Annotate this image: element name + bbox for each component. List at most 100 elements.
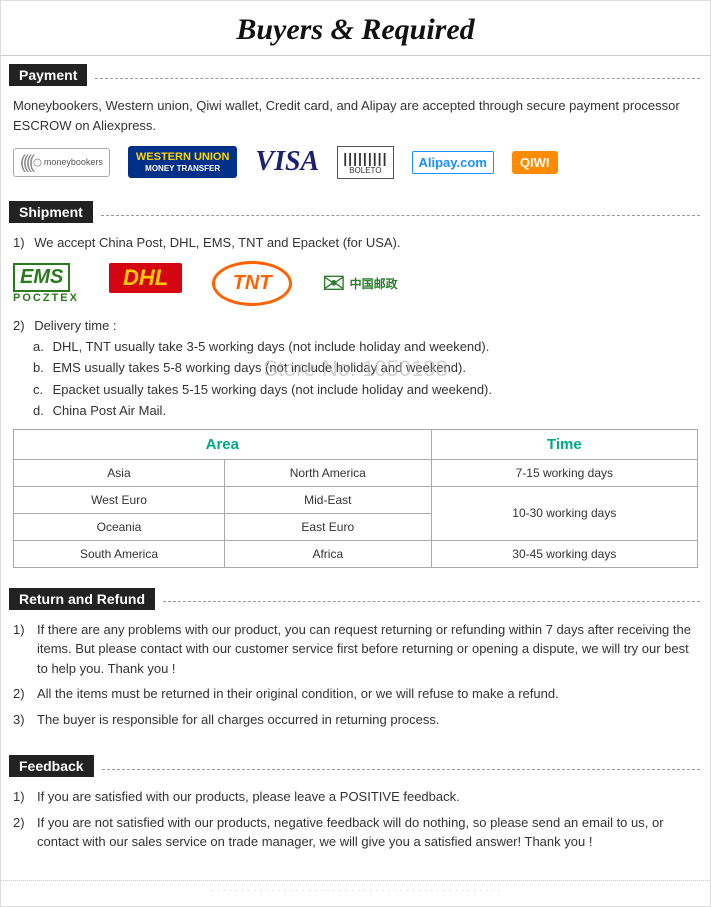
table-cell: Mid-East: [224, 486, 431, 513]
moneybookers-badge: ((((○ moneybookers: [13, 148, 110, 177]
feedback-label: Feedback: [9, 755, 94, 777]
table-cell: East Euro: [224, 513, 431, 540]
delivery-header: 2) Delivery time :: [13, 318, 698, 333]
wu-badge: WESTERN UNION MONEY TRANSFER: [128, 146, 238, 179]
alipay-logo: Alipay.com: [412, 143, 494, 181]
table-cell: North America: [224, 459, 431, 486]
return-section-header: Return and Refund: [1, 580, 710, 616]
delivery-item-a: a. DHL, TNT usually take 3-5 working day…: [33, 337, 698, 357]
delivery-c-text: Epacket usually takes 5-15 working days …: [53, 382, 492, 397]
label-b: b.: [33, 358, 49, 378]
return-label: Return and Refund: [9, 588, 155, 610]
table-cell: 10-30 working days: [431, 486, 697, 540]
ems-top: EMS: [13, 263, 70, 292]
dhl-text: DHL: [109, 263, 182, 293]
tnt-logo: TNT: [212, 261, 292, 306]
boleto-barcode: |||||||||: [343, 150, 387, 166]
table-cell: Africa: [224, 540, 431, 567]
delivery-a-text: DHL, TNT usually take 3-5 working days (…: [53, 339, 490, 354]
feedback-item-1: 1) If you are satisfied with our product…: [13, 787, 698, 807]
moneybookers-text: moneybookers: [44, 157, 103, 167]
return-list: 1) If there are any problems with our pr…: [13, 620, 698, 730]
table-cell: 30-45 working days: [431, 540, 697, 567]
wu-text: WESTERN UNION: [136, 150, 230, 164]
feedback-text-2: If you are not satisfied with our produc…: [37, 813, 698, 852]
feedback-section-header: Feedback: [1, 747, 710, 783]
return-text-1: If there are any problems with our produ…: [37, 620, 698, 679]
return-num-3: 3): [13, 710, 31, 730]
payment-section-header: Payment: [1, 56, 710, 92]
table-cell: 7-15 working days: [431, 459, 697, 486]
table-header-area: Area: [14, 429, 432, 459]
boleto-logo: ||||||||| BOLETO: [337, 143, 393, 181]
wu-subtext: MONEY TRANSFER: [136, 164, 230, 174]
ems-text: EMS: [13, 263, 70, 292]
delivery-header-text: Delivery time :: [34, 318, 116, 333]
feedback-list: 1) If you are satisfied with our product…: [13, 787, 698, 852]
delivery-list: a. DHL, TNT usually take 3-5 working day…: [33, 337, 698, 421]
chinapost-logo: ✉ 中国邮政: [322, 267, 397, 300]
feedback-num-1: 1): [13, 787, 31, 807]
payment-divider-line: [95, 78, 700, 79]
ems-logo: EMS POCZTEX: [13, 263, 79, 304]
shipment-label: Shipment: [9, 201, 93, 223]
shipment-divider-line: [101, 215, 700, 216]
shipment-accept: 1) We accept China Post, DHL, EMS, TNT a…: [13, 233, 698, 253]
table-cell: South America: [14, 540, 225, 567]
feedback-text-1: If you are satisfied with our products, …: [37, 787, 698, 807]
moneybookers-logo: ((((○ moneybookers: [13, 143, 110, 181]
feedback-divider-line: [102, 769, 700, 770]
footer-dots: · · · · · · · · · · · · · · · · · · · · …: [1, 880, 710, 896]
qiwi-logo: QIWI: [512, 143, 558, 181]
moneybookers-icon: ((((○: [20, 152, 40, 173]
payment-label: Payment: [9, 64, 87, 86]
label-a: a.: [33, 337, 49, 357]
delivery-d-text: China Post Air Mail.: [53, 403, 166, 418]
table-row: West Euro Mid-East 10-30 working days: [14, 486, 698, 513]
delivery-time-section: 2) Delivery time : Store No: 1050198 a. …: [13, 318, 698, 421]
return-item-1: 1) If there are any problems with our pr…: [13, 620, 698, 679]
return-content: 1) If there are any problems with our pr…: [1, 616, 710, 748]
page-wrapper: Buyers & Required Payment Moneybookers, …: [0, 0, 711, 907]
dhl-logo: DHL EXPRESS: [109, 263, 182, 304]
visa-text: VISA: [255, 146, 319, 178]
shipment-section-header: Shipment: [1, 193, 710, 229]
return-item-2: 2) All the items must be returned in the…: [13, 684, 698, 704]
shipping-table: Area Time Asia North America 7-15 workin…: [13, 429, 698, 568]
feedback-item-2: 2) If you are not satisfied with our pro…: [13, 813, 698, 852]
delivery-b-text: EMS usually takes 5-8 working days (not …: [53, 360, 466, 375]
boleto-badge: ||||||||| BOLETO: [337, 146, 393, 179]
delivery-item-c: c. Epacket usually takes 5-15 working da…: [33, 380, 698, 400]
ems-pocztex: POCZTEX: [13, 292, 79, 304]
shipment-accept-text: We accept China Post, DHL, EMS, TNT and …: [34, 235, 400, 250]
shipment-num: 1): [13, 235, 25, 250]
label-d: d.: [33, 401, 49, 421]
payment-description: Moneybookers, Western union, Qiwi wallet…: [13, 96, 698, 135]
table-cell: Oceania: [14, 513, 225, 540]
table-header-time: Time: [431, 429, 697, 459]
tnt-text: TNT: [233, 272, 272, 295]
table-cell: Asia: [14, 459, 225, 486]
chinapost-icon: ✉: [322, 267, 345, 300]
dhl-express: EXPRESS: [109, 294, 182, 304]
page-header: Buyers & Required: [1, 1, 710, 56]
return-text-2: All the items must be returned in their …: [37, 684, 698, 704]
feedback-num-2: 2): [13, 813, 31, 852]
delivery-item-d: d. China Post Air Mail.: [33, 401, 698, 421]
delivery-num: 2): [13, 318, 25, 333]
western-union-logo: WESTERN UNION MONEY TRANSFER: [128, 143, 238, 181]
table-row: Asia North America 7-15 working days: [14, 459, 698, 486]
feedback-content: 1) If you are satisfied with our product…: [1, 783, 710, 870]
payment-content: Moneybookers, Western union, Qiwi wallet…: [1, 92, 710, 193]
label-c: c.: [33, 380, 49, 400]
payment-logos: ((((○ moneybookers WESTERN UNION MONEY T…: [13, 143, 698, 181]
return-text-3: The buyer is responsible for all charges…: [37, 710, 698, 730]
qiwi-text: QIWI: [512, 151, 558, 174]
table-cell: West Euro: [14, 486, 225, 513]
delivery-item-b: b. EMS usually takes 5-8 working days (n…: [33, 358, 698, 378]
return-num-1: 1): [13, 620, 31, 679]
return-divider-line: [163, 601, 700, 602]
shipment-logos: EMS POCZTEX DHL EXPRESS TNT ✉ 中国邮政: [13, 261, 698, 306]
chinapost-text: 中国邮政: [350, 275, 398, 292]
alipay-text: Alipay.com: [412, 151, 494, 174]
